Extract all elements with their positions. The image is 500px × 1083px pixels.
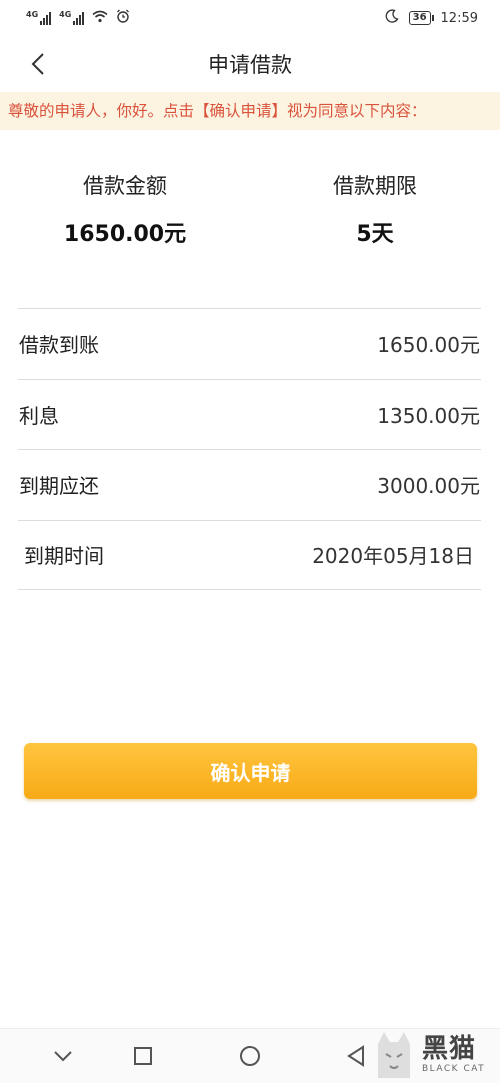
home-button[interactable] (237, 1043, 263, 1069)
wifi-icon (92, 10, 108, 27)
detail-label: 到期时间 (24, 544, 104, 569)
header: 申请借款 (0, 36, 500, 92)
clock: 12:59 (440, 10, 478, 26)
cat-logo-icon (378, 1032, 410, 1078)
back-button[interactable] (24, 50, 52, 78)
amount-block: 借款金额 1650.00元 (0, 170, 250, 270)
detail-row-due-date: 到期时间 2020年05月18日 (18, 519, 481, 590)
watermark-cn: 黑猫 (422, 1034, 477, 1064)
detail-value: 3000.00元 (377, 474, 480, 499)
battery-indicator: 36 (408, 11, 434, 25)
circle-icon (240, 1046, 260, 1066)
chevron-left-icon (31, 53, 44, 75)
network-type: 4G (26, 10, 39, 19)
detail-value: 2020年05月18日 (312, 544, 474, 569)
notice-text: 尊敬的申请人，你好。点击【确认申请】视为同意以下内容： (8, 102, 427, 120)
status-left: 4G 4G (26, 9, 130, 27)
detail-label: 到期应还 (19, 474, 99, 499)
hide-nav-button[interactable] (50, 1043, 76, 1069)
chevron-down-icon (54, 1051, 72, 1062)
network-type: 4G (59, 10, 72, 19)
signal-icon: 4G (59, 10, 85, 25)
loan-summary: 借款金额 1650.00元 借款期限 5天 (0, 170, 500, 270)
term-block: 借款期限 5天 (250, 170, 500, 270)
detail-row-received: 借款到账 1650.00元 (18, 308, 481, 379)
detail-list: 借款到账 1650.00元 利息 1350.00元 到期应还 3000.00元 … (18, 308, 481, 590)
detail-value: 1350.00元 (377, 403, 480, 428)
triangle-back-icon (347, 1045, 364, 1067)
term-label: 借款期限 (333, 174, 417, 198)
confirm-apply-button[interactable]: 确认申请 (24, 743, 477, 799)
detail-label: 借款到账 (19, 333, 99, 358)
recents-button[interactable] (130, 1043, 156, 1069)
watermark-text: 黑猫 BLACK CAT (422, 1036, 485, 1074)
alarm-icon (116, 9, 130, 27)
back-nav-button[interactable] (343, 1043, 369, 1069)
status-right: 36 12:59 (385, 9, 478, 27)
watermark-en: BLACK CAT (422, 1064, 486, 1074)
signal-icon: 4G (26, 10, 52, 25)
amount-label: 借款金额 (83, 174, 167, 198)
detail-row-repay: 到期应还 3000.00元 (18, 449, 481, 520)
term-value: 5天 (356, 222, 394, 247)
detail-value: 1650.00元 (377, 333, 480, 358)
square-icon (134, 1047, 152, 1065)
status-bar: 4G 4G 36 12:59 (0, 0, 500, 36)
detail-row-interest: 利息 1350.00元 (18, 378, 481, 450)
amount-value: 1650.00元 (63, 222, 187, 247)
watermark: 黑猫 BLACK CAT (372, 1027, 500, 1083)
page-title: 申请借款 (208, 53, 292, 77)
notice-banner: 尊敬的申请人，你好。点击【确认申请】视为同意以下内容： (0, 92, 500, 130)
detail-label: 利息 (19, 403, 59, 428)
moon-icon (385, 9, 399, 27)
